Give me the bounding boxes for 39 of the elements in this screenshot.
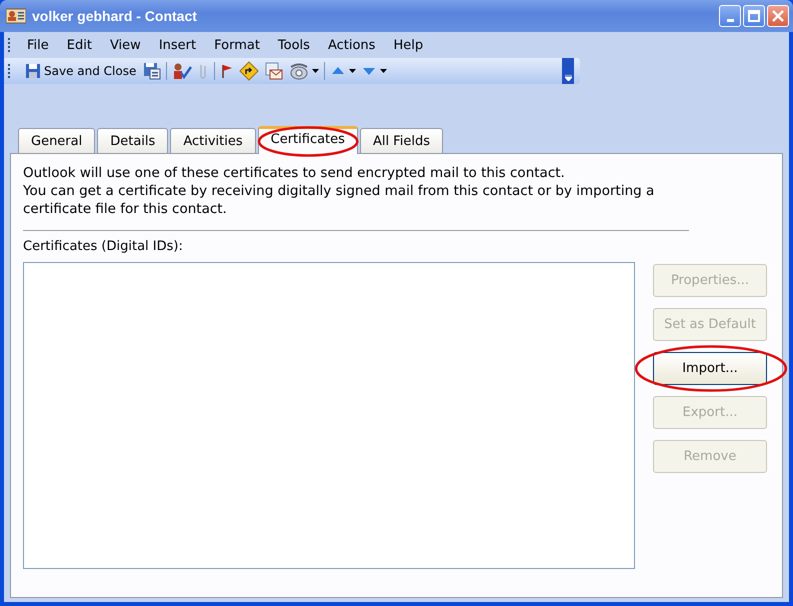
description-text: Outlook will use one of these certificates to send encrypted mail to this contact. xyxy=(23,164,566,182)
maximize-button[interactable] xyxy=(743,5,765,27)
minimize-icon xyxy=(726,18,734,22)
tab[interactable]: Details xyxy=(97,128,168,153)
toolbar-grip xyxy=(8,64,12,78)
menu-item[interactable]: Help xyxy=(384,36,432,54)
tab[interactable]: All Fields xyxy=(360,128,443,153)
menu-item[interactable]: Format xyxy=(205,36,269,54)
menu-item[interactable]: Actions xyxy=(318,36,384,54)
menu-item[interactable]: Tools xyxy=(268,36,319,54)
minimize-button[interactable] xyxy=(719,5,741,27)
tab[interactable]: Activities xyxy=(170,128,256,153)
tab[interactable]: General xyxy=(18,128,96,153)
chevron-icon xyxy=(564,75,572,81)
close-button[interactable] xyxy=(767,5,789,27)
envelope-card-icon[interactable] xyxy=(264,62,284,80)
menu-item[interactable]: Edit xyxy=(58,36,101,54)
menu-grip xyxy=(8,38,12,52)
save-icon[interactable] xyxy=(143,62,162,80)
tab[interactable]: Certificates xyxy=(258,126,358,154)
menu-item[interactable]: Insert xyxy=(150,36,206,54)
save-icon xyxy=(25,63,41,79)
dropdown-arrow-icon[interactable] xyxy=(380,69,388,73)
close-icon xyxy=(772,10,784,22)
flag-icon[interactable] xyxy=(220,62,234,80)
contact-card-icon xyxy=(6,8,26,24)
dropdown-arrow-icon[interactable] xyxy=(349,69,356,73)
diamond-arrow-icon[interactable] xyxy=(239,61,260,81)
description-text: You can get a certificate by receiving digitally signed mail from this contact or by importing a certificate file for this contact. xyxy=(23,182,656,218)
save-and-close-button[interactable]: Save and Close xyxy=(23,63,138,79)
menu-item[interactable]: View xyxy=(100,36,150,54)
check-names-icon[interactable] xyxy=(172,62,192,80)
dialog-button[interactable]: Import... xyxy=(653,352,767,385)
list-label: Certificates (Digital IDs): xyxy=(23,239,184,254)
maximize-icon xyxy=(748,10,760,22)
menu-item[interactable]: File xyxy=(18,36,58,54)
toolbar-options-button[interactable] xyxy=(562,58,574,84)
dropdown-arrow-icon[interactable] xyxy=(312,69,320,73)
window-title: volker gebhard - Contact xyxy=(32,8,198,24)
